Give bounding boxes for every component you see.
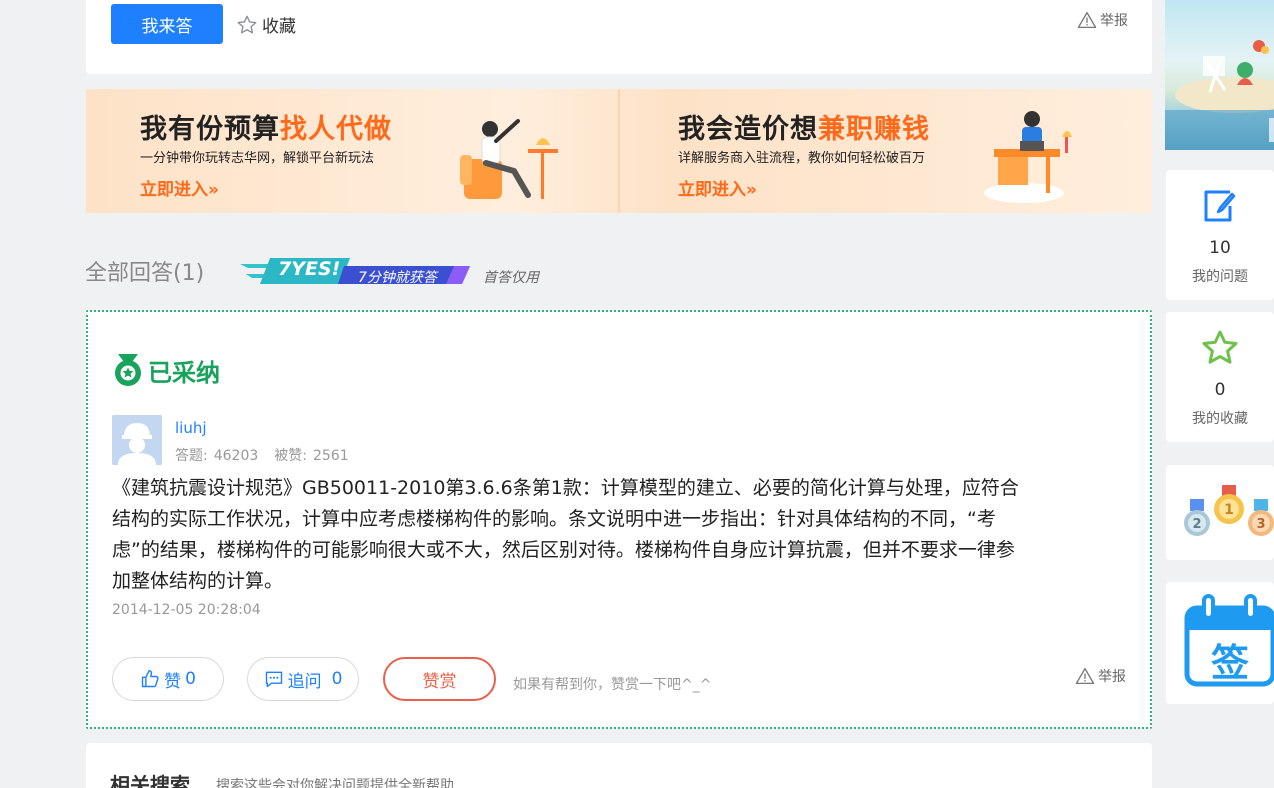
my-favorites-count: 0: [1214, 380, 1226, 400]
banner-right-title: 我会造价想兼职赚钱: [678, 114, 930, 145]
like-count: 0: [185, 669, 196, 689]
seven-minute-badge: 7YES! 7分钟就获答: [240, 254, 470, 288]
report-button[interactable]: 举报: [1077, 10, 1128, 30]
adopted-answer-card: 已采纳 liuhj 答题: 46203 被赞: 2561 《建筑抗震设计规范》GB50…: [86, 310, 1152, 729]
banner-left-title: 我有份预算找人代做: [140, 114, 392, 145]
user-avatar-icon: [112, 415, 162, 465]
badge-desc-text: 7分钟就获答: [358, 270, 437, 286]
sign-in-widget[interactable]: 签: [1166, 582, 1274, 704]
followup-count: 0: [331, 669, 343, 689]
followup-button[interactable]: 追问 0: [247, 657, 359, 701]
ranking-medals-widget[interactable]: 2 1 3: [1166, 465, 1274, 560]
person-sofa-illustration: [460, 119, 558, 199]
svg-text:2: 2: [1192, 517, 1201, 532]
all-answers-title: 全部回答(1): [85, 261, 205, 286]
stats-answers-value: 46203: [213, 448, 259, 464]
thumbs-up-icon: [141, 669, 159, 688]
favorite-label: 收藏: [262, 17, 296, 37]
promo-banner: 我有份预算找人代做 一分钟带你玩转志华网，解锁平台新玩法 立即进入» 我会造价想…: [86, 89, 1152, 213]
comment-icon: [265, 671, 282, 688]
svg-text:1: 1: [1224, 502, 1234, 518]
svg-text:3: 3: [1256, 517, 1265, 532]
user-stats: 答题: 46203 被赞: 2561: [175, 445, 355, 465]
my-questions-widget[interactable]: 10 我的问题: [1166, 170, 1274, 300]
medals-icon: 2 1 3: [1184, 485, 1274, 536]
followup-label: 追问: [287, 671, 322, 692]
avatar[interactable]: [112, 415, 162, 465]
answer-date: 2014-12-05 20:28:04: [112, 602, 261, 618]
star-icon: [1202, 330, 1238, 364]
sidebar-promo-image[interactable]: [1165, 0, 1274, 150]
banner-left-cta[interactable]: 立即进入»: [140, 175, 219, 200]
related-search-title: 相关搜索: [110, 773, 190, 788]
edit-note-icon: [1204, 190, 1236, 222]
medal-check-icon: [115, 354, 141, 386]
person-desk-illustration: [984, 111, 1072, 203]
banner-right-subtitle: 详解服务商入驻流程，教你如何轻松破百万: [678, 151, 926, 166]
first-answer-note: 首答仅用: [483, 270, 539, 286]
like-label: 赞: [164, 671, 182, 692]
reward-hint: 如果有帮到你，赞赏一下吧^_^: [513, 677, 712, 693]
like-button[interactable]: 赞 0: [112, 657, 224, 701]
stats-liked-value: 2561: [312, 448, 349, 464]
beach-illustration: [1165, 40, 1274, 150]
adopted-label: 已采纳: [148, 358, 220, 387]
my-questions-label: 我的问题: [1192, 269, 1248, 285]
answer-report-label: 举报: [1098, 669, 1126, 685]
favorite-button[interactable]: 收藏: [236, 12, 296, 37]
my-favorites-label: 我的收藏: [1192, 411, 1248, 427]
report-label: 举报: [1100, 13, 1128, 29]
banner-right[interactable]: 我会造价想兼职赚钱 详解服务商入驻流程，教你如何轻松破百万 立即进入»: [624, 89, 1152, 213]
answer-button[interactable]: 我来答: [111, 4, 223, 44]
reward-button[interactable]: 赞赏: [383, 657, 496, 701]
warning-icon: [1077, 11, 1097, 29]
banner-right-cta[interactable]: 立即进入»: [678, 175, 757, 200]
adopted-badge: 已采纳: [112, 352, 220, 388]
star-outline-icon: [237, 15, 257, 33]
answer-body: 《建筑抗震设计规范》GB50011-2010第3.6.6条第1款：计算模型的建立…: [112, 477, 1019, 592]
username-link[interactable]: liuhj: [175, 419, 207, 437]
question-action-card: 我来答 收藏 举报: [86, 0, 1152, 74]
stats-answers-label: 答题:: [175, 448, 208, 464]
my-questions-count: 10: [1209, 238, 1231, 258]
banner-left-subtitle: 一分钟带你玩转志华网，解锁平台新玩法: [140, 151, 375, 166]
banner-divider: [618, 89, 620, 213]
stats-liked-label: 被赞:: [274, 448, 307, 464]
answer-report-button[interactable]: 举报: [1075, 666, 1126, 686]
warning-icon: [1075, 667, 1095, 685]
banner-left[interactable]: 我有份预算找人代做 一分钟带你玩转志华网，解锁平台新玩法 立即进入»: [86, 89, 619, 213]
my-favorites-widget[interactable]: 0 我的收藏: [1166, 312, 1274, 442]
sign-in-label: 签: [1210, 641, 1249, 685]
related-search-subtitle: 搜索这些会对你解决问题提供全新帮助: [216, 778, 454, 788]
badge-yes-text: 7YES!: [278, 258, 341, 280]
related-search-card: 相关搜索 搜索这些会对你解决问题提供全新帮助: [86, 743, 1152, 788]
